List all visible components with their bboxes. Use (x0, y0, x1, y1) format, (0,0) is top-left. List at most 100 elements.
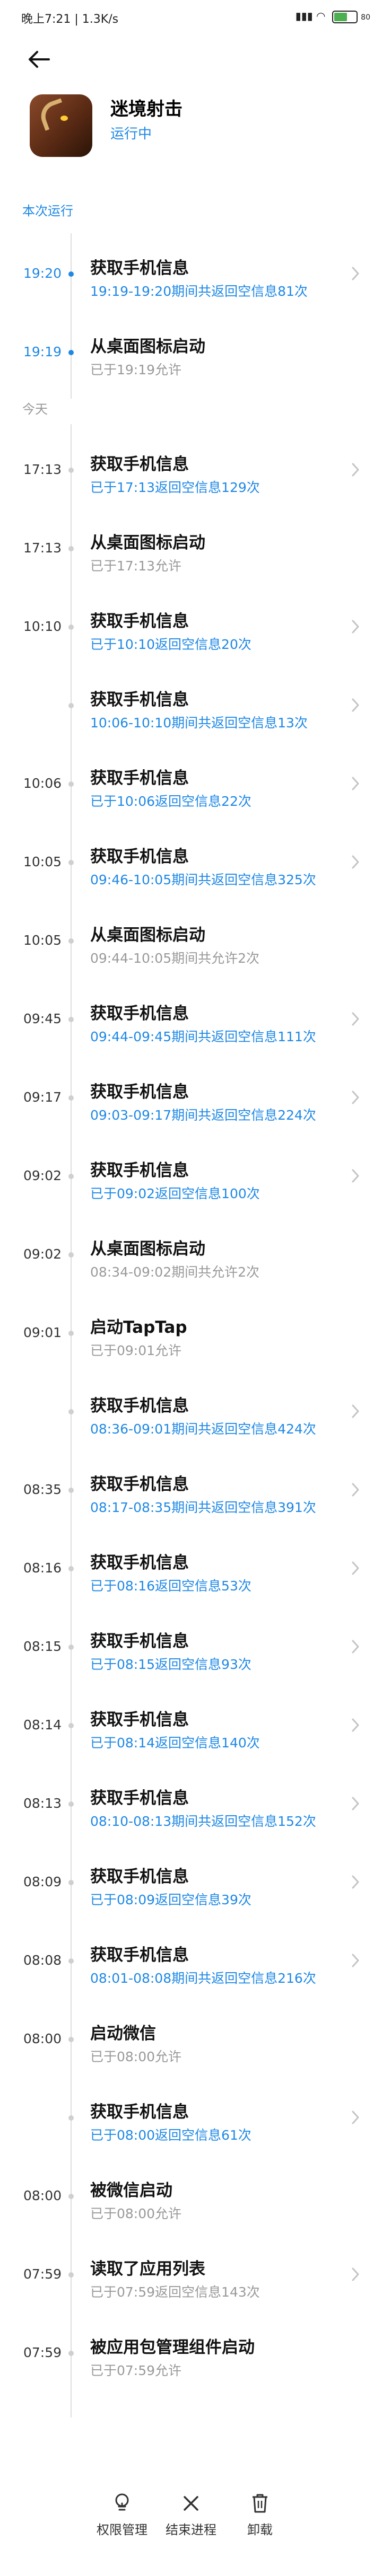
chevron-right-icon (352, 463, 359, 477)
timeline-row: 09:02 从桌面图标启动 08:34-09:02期间共允许2次 (0, 1215, 382, 1294)
timeline-dot (68, 1488, 74, 1493)
timeline-row[interactable]: 08:13 获取手机信息 08:10-08:13期间共返回空信息152次 (0, 1764, 382, 1843)
row-time: 17:13 (23, 540, 62, 556)
timeline-row[interactable]: 10:05 获取手机信息 09:46-10:05期间共返回空信息325次 (0, 823, 382, 901)
row-time: 08:35 (23, 1482, 62, 1497)
row-time: 08:09 (23, 1874, 62, 1889)
row-time: 08:00 (23, 2031, 62, 2046)
back-button[interactable] (25, 46, 53, 73)
app-icon (30, 94, 92, 157)
timeline-row[interactable]: 08:35 获取手机信息 08:17-08:35期间共返回空信息391次 (0, 1450, 382, 1529)
row-detail: 09:44-10:05期间共允许2次 (90, 951, 260, 966)
close-icon (184, 2496, 198, 2511)
back-arrow-icon (29, 51, 50, 68)
timeline-dot (68, 1801, 74, 1807)
row-title: 被微信启动 (90, 2181, 172, 2200)
row-time: 08:15 (23, 1639, 62, 1654)
timeline-row[interactable]: 08:09 获取手机信息 已于08:09返回空信息39次 (0, 1843, 382, 1921)
row-detail: 已于09:01允许 (90, 1343, 182, 1358)
row-detail: 已于09:02返回空信息100次 (90, 1186, 260, 1201)
row-time: 09:01 (23, 1325, 62, 1340)
timeline-dot (68, 1880, 74, 1885)
timeline-row[interactable]: 17:13 获取手机信息 已于17:13返回空信息129次 (0, 430, 382, 509)
row-detail: 08:34-09:02期间共允许2次 (90, 1264, 260, 1280)
row-time: 19:20 (23, 266, 62, 281)
timeline-row[interactable]: 09:02 获取手机信息 已于09:02返回空信息100次 (0, 1137, 382, 1215)
timeline-row[interactable]: 07:59 读取了应用列表 已于07:59返回空信息143次 (0, 2235, 382, 2314)
timeline-row[interactable]: 08:15 获取手机信息 已于08:15返回空信息93次 (0, 1607, 382, 1686)
row-detail: 已于08:14返回空信息140次 (90, 1735, 260, 1751)
row-detail: 08:10-08:13期间共返回空信息152次 (90, 1814, 316, 1829)
row-detail: 09:03-09:17期间共返回空信息224次 (90, 1107, 316, 1123)
end-process-button[interactable]: 结束进程 (154, 2492, 228, 2538)
row-title: 被应用包管理组件启动 (90, 2338, 255, 2357)
row-title: 获取手机信息 (90, 1083, 189, 1102)
timeline-row[interactable]: 10:10 获取手机信息 已于10:10返回空信息20次 (0, 587, 382, 666)
row-title: 获取手机信息 (90, 455, 189, 474)
timeline-row: 19:19 从桌面图标启动 已于19:19允许 (0, 313, 382, 391)
timeline-dot (68, 1409, 74, 1414)
chevron-right-icon (352, 1561, 359, 1575)
row-time: 17:13 (23, 462, 62, 477)
timeline-row[interactable]: 获取手机信息 10:06-10:10期间共返回空信息13次 (0, 666, 382, 744)
timeline-dot (68, 625, 74, 630)
row-title: 获取手机信息 (90, 1867, 189, 1886)
row-detail: 已于08:00允许 (90, 2206, 182, 2221)
timeline-row[interactable]: 08:16 获取手机信息 已于08:16返回空信息53次 (0, 1529, 382, 1607)
app-name: 迷境射击 (110, 99, 183, 120)
row-detail: 19:19-19:20期间共返回空信息81次 (90, 284, 308, 299)
uninstall-button[interactable]: 卸载 (223, 2492, 297, 2538)
timeline-row[interactable]: 10:06 获取手机信息 已于10:06返回空信息22次 (0, 744, 382, 823)
timeline-row[interactable]: 获取手机信息 08:36-09:01期间共返回空信息424次 (0, 1372, 382, 1450)
row-detail: 已于07:59允许 (90, 2363, 182, 2378)
row-time: 08:14 (23, 1717, 62, 1733)
timeline-row[interactable]: 09:45 获取手机信息 09:44-09:45期间共返回空信息111次 (0, 980, 382, 1058)
timeline-dot (68, 938, 74, 944)
chevron-right-icon (352, 777, 359, 790)
status-icons: ▮▮▮ ◠ 80 (296, 10, 370, 23)
battery-level: 80 (361, 13, 370, 22)
row-title: 获取手机信息 (90, 1632, 189, 1651)
row-time: 08:08 (23, 1953, 62, 1968)
row-title: 从桌面图标启动 (90, 533, 205, 552)
row-title: 获取手机信息 (90, 847, 189, 866)
timeline-dot (68, 2037, 74, 2042)
row-title: 获取手机信息 (90, 2103, 189, 2122)
row-title: 获取手机信息 (90, 1161, 189, 1180)
chevron-right-icon (352, 1404, 359, 1418)
row-detail: 已于17:13允许 (90, 558, 182, 574)
chevron-right-icon (352, 2267, 359, 2281)
row-detail: 09:46-10:05期间共返回空信息325次 (90, 872, 316, 887)
bottom-action-bar: 权限管理 结束进程 卸载 (0, 2471, 382, 2576)
timeline-dot (68, 1017, 74, 1022)
timeline-row[interactable]: 获取手机信息 已于08:00返回空信息61次 (0, 2078, 382, 2157)
row-title: 获取手机信息 (90, 1710, 189, 1729)
chevron-right-icon (352, 698, 359, 712)
timeline-dot (68, 1174, 74, 1179)
row-title: 获取手机信息 (90, 769, 189, 788)
row-title: 获取手机信息 (90, 612, 189, 631)
row-title: 获取手机信息 (90, 1475, 189, 1494)
row-time: 07:59 (23, 2266, 62, 2282)
timeline-row[interactable]: 08:14 获取手机信息已于08:14返回空信息140次 (0, 1686, 382, 1764)
chevron-right-icon (352, 1012, 359, 1026)
timeline-row[interactable]: 19:20 获取手机信息 19:19-19:20期间共返回空信息81次 (0, 234, 382, 313)
row-title: 从桌面图标启动 (90, 337, 205, 356)
row-detail: 08:17-08:35期间共返回空信息391次 (90, 1500, 316, 1515)
row-time: 08:00 (23, 2188, 62, 2203)
permissions-label: 权限管理 (97, 2522, 147, 2537)
timeline-dot (68, 1723, 74, 1728)
timeline-row[interactable]: 09:17 获取手机信息 09:03-09:17期间共返回空信息224次 (0, 1058, 382, 1137)
row-detail: 08:01-08:08期间共返回空信息216次 (90, 1971, 316, 1986)
timeline-row[interactable]: 08:08 获取手机信息 08:01-08:08期间共返回空信息216次 (0, 1921, 382, 2000)
timeline-dot (68, 1095, 74, 1101)
permissions-button[interactable]: 权限管理 (85, 2492, 159, 2538)
status-time: 晚上7:21 | 1.3K/s (21, 13, 119, 26)
trash-icon (253, 2494, 267, 2513)
timeline-dot (68, 781, 74, 787)
row-time: 10:05 (23, 854, 62, 869)
row-time: 10:10 (23, 619, 62, 634)
row-time: 09:02 (23, 1246, 62, 1262)
bulb-icon (115, 2493, 129, 2511)
chevron-right-icon (352, 1875, 359, 1889)
